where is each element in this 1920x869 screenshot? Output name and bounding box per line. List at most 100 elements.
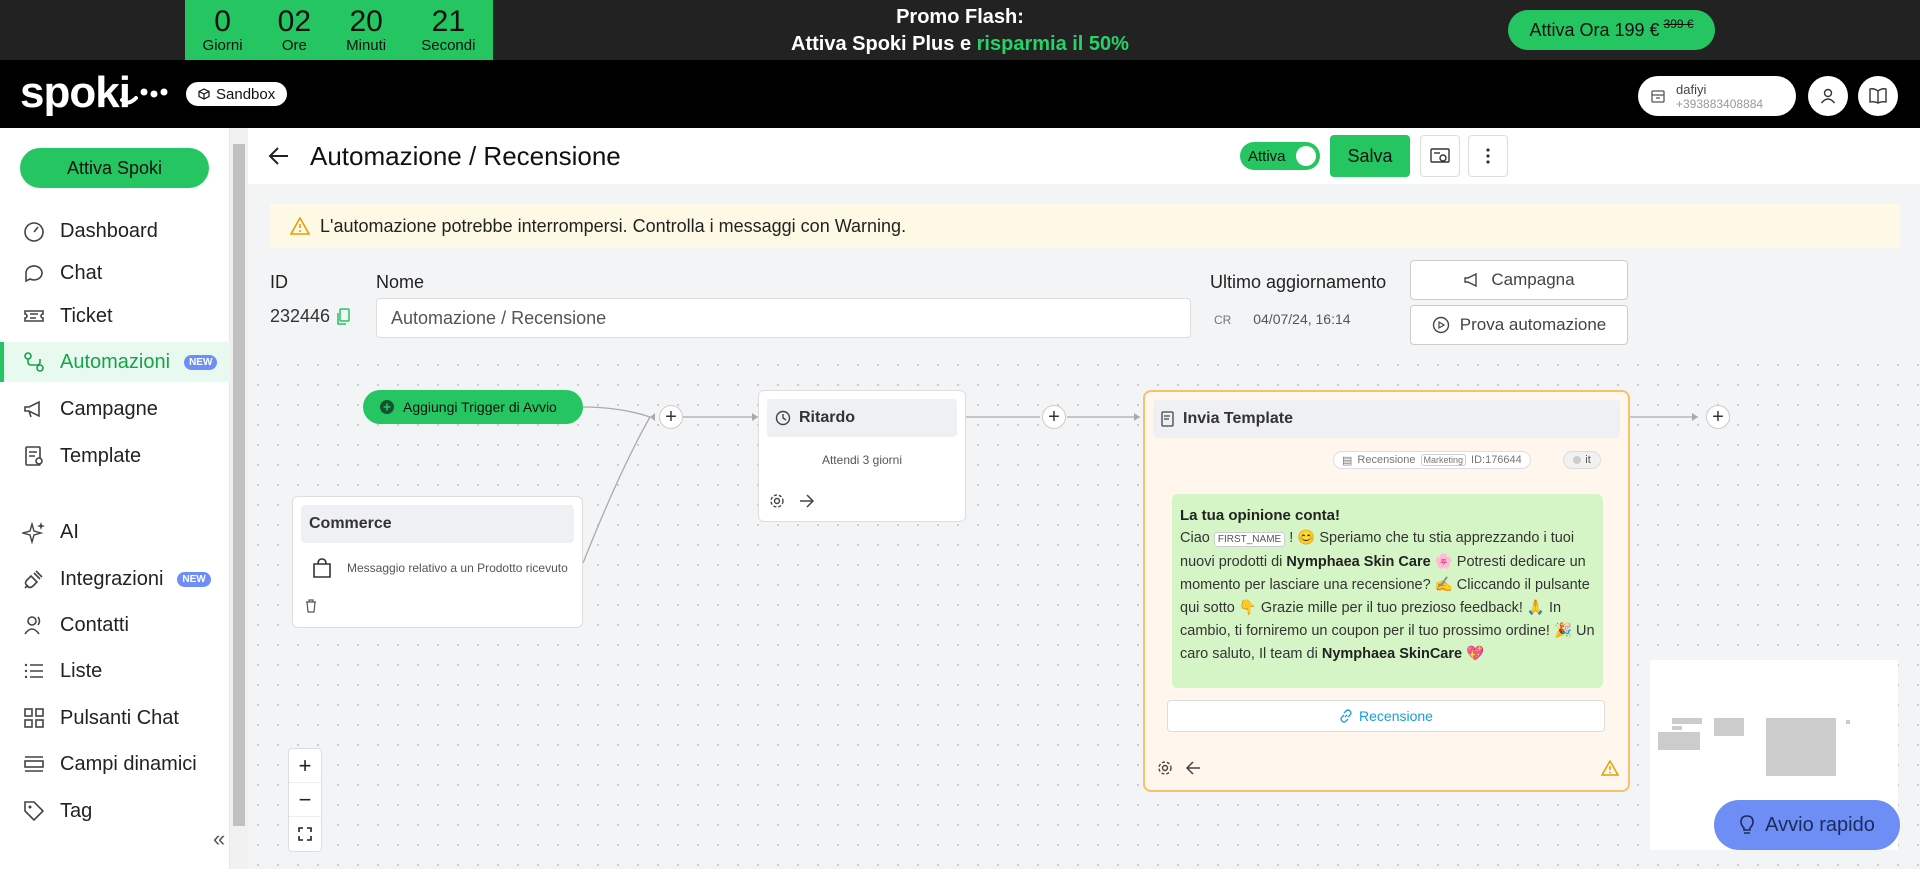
last-updated-value: CR 04/07/24, 16:14	[1214, 311, 1351, 327]
toggle-knob	[1296, 146, 1316, 166]
quick-start-button[interactable]: Avvio rapido	[1714, 800, 1900, 850]
save-button[interactable]: Salva	[1330, 135, 1410, 177]
shopping-bag-icon	[313, 558, 331, 578]
user-profile-button[interactable]	[1808, 76, 1848, 116]
docs-button[interactable]	[1858, 76, 1898, 116]
plus-icon: +	[1712, 405, 1724, 428]
preview-button[interactable]	[1420, 135, 1460, 177]
fields-icon	[24, 756, 44, 772]
sidebar-item-label: Contatti	[60, 613, 129, 636]
warning-text: L'automazione potrebbe interrompersi. Co…	[320, 215, 907, 236]
sidebar-scrollbar[interactable]	[230, 128, 248, 869]
plus-icon: +	[1048, 405, 1060, 428]
account-switcher[interactable]: dafiyi +393883408884	[1638, 76, 1796, 116]
language-chip: it	[1563, 451, 1601, 469]
fit-view-button[interactable]	[289, 817, 321, 851]
review-link-label: Recensione	[1359, 708, 1433, 724]
zoom-in-button[interactable]: +	[289, 749, 321, 783]
settings-icon[interactable]	[1157, 760, 1173, 776]
node-header: Commerce	[301, 505, 574, 543]
send-template-node[interactable]: Invia Template ▤ Recensione Marketing ID…	[1143, 390, 1630, 792]
sidebar-item-template[interactable]: Template	[0, 436, 230, 476]
template-icon	[1161, 411, 1174, 427]
sidebar-item-tag[interactable]: Tag	[0, 791, 230, 831]
user-icon	[1820, 88, 1836, 104]
warning-icon	[290, 217, 310, 235]
account-name: dafiyi	[1676, 81, 1707, 97]
add-step-button[interactable]: +	[1042, 405, 1066, 429]
message-body: Ciao FIRST_NAME ! 😊 Speriamo che tu stia…	[1180, 527, 1595, 666]
node-title: Invia Template	[1183, 410, 1293, 427]
sidebar-item-ticket[interactable]: Ticket	[0, 296, 230, 336]
zoom-out-button[interactable]: −	[289, 783, 321, 817]
spoki-logo[interactable]: spoki	[20, 68, 131, 118]
store-icon	[1651, 90, 1665, 103]
tag-icon	[24, 801, 45, 822]
promo-activate-button[interactable]: Attiva Ora 199 € 399 €	[1508, 10, 1715, 50]
arrow-right-icon[interactable]	[799, 494, 815, 508]
sandbox-badge[interactable]: Sandbox	[186, 82, 288, 106]
warning-icon[interactable]	[1601, 760, 1619, 776]
add-trigger-button[interactable]: Aggiungi Trigger di Avvio	[363, 390, 583, 424]
id-value: 232446	[270, 306, 350, 327]
scrollbar-thumb[interactable]	[233, 144, 245, 826]
promo-banner: 0 Giorni 02 Ore 20 Minuti 21 Secondi Promo F…	[0, 0, 1920, 60]
collapse-sidebar-icon[interactable]: «	[213, 826, 225, 852]
sidebar-item-chat[interactable]: Chat	[0, 253, 230, 293]
automation-name-input[interactable]	[376, 298, 1191, 338]
campaign-button[interactable]: Campagna	[1410, 260, 1628, 300]
sidebar-item-contatti[interactable]: Contatti	[0, 605, 230, 645]
lightbulb-icon	[1740, 815, 1754, 834]
sidebar-item-label: Pulsanti Chat	[60, 706, 179, 729]
template-name: Recensione	[1357, 454, 1416, 466]
arrow-left-icon[interactable]	[1185, 761, 1201, 775]
sidebar-item-integrazioni[interactable]: Integrazioni NEW	[0, 559, 230, 599]
link-icon	[1340, 709, 1352, 723]
clock-icon	[775, 410, 791, 426]
sidebar-item-ai[interactable]: AI	[0, 512, 230, 552]
node-title: Ritardo	[799, 409, 855, 426]
sidebar-item-liste[interactable]: Liste	[0, 651, 230, 691]
sidebar-item-dashboard[interactable]: Dashboard	[0, 211, 230, 251]
zoom-controls: + −	[288, 748, 322, 852]
message-bubble: La tua opinione conta! Ciao FIRST_NAME !…	[1172, 494, 1603, 688]
language-dot-icon	[1573, 456, 1582, 464]
automation-icon	[24, 352, 44, 372]
plug-icon	[24, 570, 43, 589]
review-link-button[interactable]: Recensione	[1167, 700, 1605, 732]
active-toggle[interactable]: Attiva	[1240, 142, 1320, 170]
settings-icon[interactable]	[769, 493, 785, 509]
test-automation-button[interactable]: Prova automazione	[1410, 305, 1628, 345]
more-options-button[interactable]	[1468, 135, 1508, 177]
new-badge: NEW	[177, 571, 211, 587]
message-text: 💖	[1462, 646, 1485, 662]
sidebar-item-automazioni[interactable]: Automazioni NEW	[0, 342, 230, 382]
sidebar: Attiva Spoki Dashboard Chat Ticket Autom…	[0, 128, 230, 869]
node-header: Invia Template	[1153, 400, 1620, 438]
sidebar-item-pulsanti-chat[interactable]: Pulsanti Chat	[0, 698, 230, 738]
trash-icon[interactable]	[305, 599, 317, 613]
back-arrow-icon[interactable]	[268, 146, 290, 166]
last-updated-label: Ultimo aggiornamento	[1210, 272, 1387, 292]
sidebar-item-label: Dashboard	[60, 219, 158, 242]
delay-node[interactable]: Ritardo Attendi 3 giorni	[758, 390, 966, 522]
id-label: ID	[270, 272, 288, 292]
dashboard-icon	[24, 222, 44, 242]
message-text: Ciao	[1180, 530, 1214, 546]
list-icon	[24, 663, 43, 679]
add-step-button[interactable]: +	[1706, 405, 1730, 429]
variable-chip: FIRST_NAME	[1213, 532, 1286, 547]
commerce-node[interactable]: Commerce Messaggio relativo a un Prodott…	[292, 496, 583, 628]
contacts-icon	[24, 616, 41, 635]
node-description: Messaggio relativo a un Prodotto ricevut…	[347, 561, 568, 575]
promo-subtitle-highlight: risparmia il 50%	[976, 33, 1129, 55]
language-code: it	[1585, 454, 1591, 466]
campaign-button-label: Campagna	[1491, 270, 1575, 289]
node-header: Ritardo	[767, 399, 957, 437]
add-step-button[interactable]: +	[659, 405, 683, 429]
copy-icon[interactable]	[336, 307, 350, 326]
activate-spoki-button[interactable]: Attiva Spoki	[20, 148, 209, 188]
sidebar-item-label: Automazioni	[60, 350, 171, 373]
sidebar-item-campagne[interactable]: Campagne	[0, 389, 230, 429]
sidebar-item-campi-dinamici[interactable]: Campi dinamici	[0, 744, 230, 784]
